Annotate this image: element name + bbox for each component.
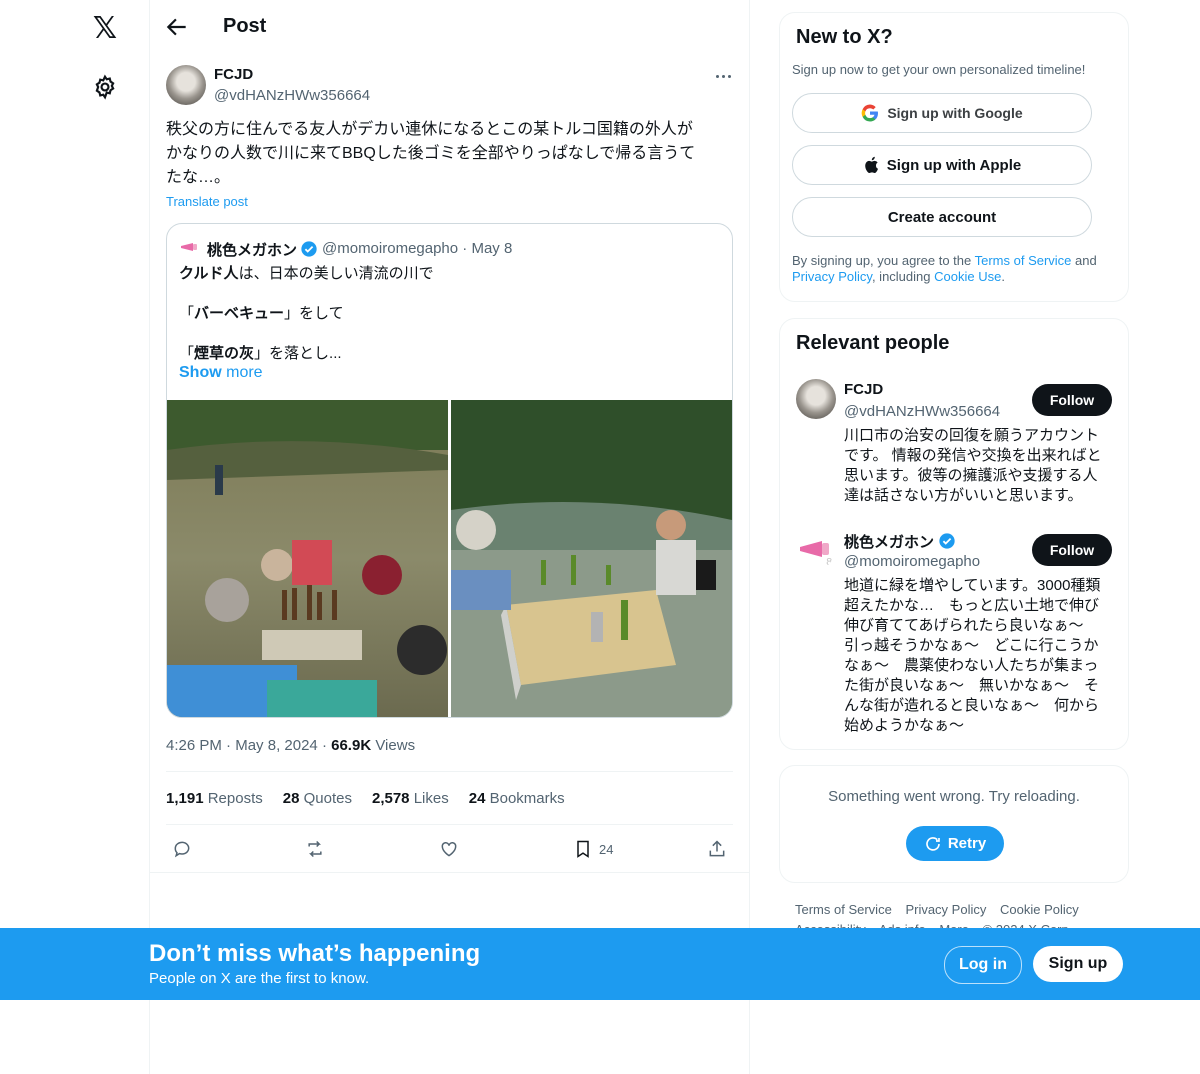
avatar[interactable] (796, 379, 836, 419)
quoted-meta: @momoiromegapho · May 8 (322, 240, 512, 257)
bookmarks-stat[interactable]: 24 Bookmarks (469, 790, 565, 807)
svg-text:8: 8 (826, 557, 832, 568)
repost-button[interactable] (305, 838, 325, 860)
signup-button[interactable]: Sign up (1033, 946, 1123, 982)
footer-link[interactable]: Privacy Policy (905, 902, 986, 917)
google-signup-button[interactable]: Sign up with Google (792, 93, 1092, 133)
card-title: New to X? (796, 26, 893, 48)
heart-icon (441, 841, 457, 857)
apple-icon (863, 156, 879, 174)
card-subtitle: Sign up now to get your own personalized… (792, 62, 1086, 77)
person-bio: 地道に緑を増やしています。3000種類超えたかな… もっと広い土地で伸び伸び育て… (844, 577, 1101, 734)
main-column: Post FCJD @vdHANzHWw356664 秩父の方に住んでる友人がデ… (149, 0, 750, 1074)
reply-icon (174, 841, 190, 858)
bookmark-icon (577, 840, 589, 858)
refresh-icon (926, 836, 940, 851)
bookmark-button[interactable]: 24 (573, 838, 613, 860)
login-button[interactable]: Log in (944, 946, 1022, 984)
page-title: Post (223, 15, 267, 37)
post-photo[interactable] (167, 400, 448, 717)
more-options-icon[interactable] (710, 66, 736, 86)
divider (150, 872, 749, 873)
author-name[interactable]: FCJD (214, 66, 253, 83)
privacy-link[interactable]: Privacy Policy (792, 269, 872, 284)
quoted-author-name: 桃色メガホン (207, 242, 298, 259)
meta-dot: · (462, 240, 468, 257)
views-label: Views (375, 737, 416, 754)
apple-signup-button[interactable]: Sign up with Apple (792, 145, 1092, 185)
reposts-stat[interactable]: 1,191 Reposts (166, 790, 263, 807)
post-text: 秩父の方に住んでる友人がデカい連休になるとこの某トルコ国籍の外人が かなりの人数… (166, 121, 696, 186)
follow-button[interactable]: Follow (1032, 534, 1112, 566)
left-nav: 𝕏 (0, 0, 150, 1074)
create-account-button[interactable]: Create account (792, 197, 1092, 237)
divider (166, 824, 733, 825)
signup-legal-text: By signing up, you agree to the Terms of… (792, 253, 1097, 284)
person-bio: 川口市の治安の回復を願うアカウントです。 情報の発信や交換を出来ればと思います。… (844, 427, 1102, 504)
back-arrow-icon[interactable] (164, 14, 190, 40)
post-timestamp[interactable]: 4:26 PM · May 8, 2024 · 66.9K Views (166, 737, 415, 754)
cookie-link[interactable]: Cookie Use (934, 269, 1001, 284)
follow-button[interactable]: Follow (1032, 384, 1112, 416)
retry-button[interactable]: Retry (906, 826, 1004, 861)
verified-badge-icon (939, 533, 955, 549)
author-handle[interactable]: @vdHANzHWw356664 (214, 87, 370, 104)
post-photo[interactable] (451, 400, 732, 717)
google-icon (861, 104, 879, 122)
views-count: 66.9K (331, 737, 372, 754)
banner-subtitle: People on X are the first to know. (149, 970, 370, 987)
trends-error-card: Something went wrong. Try reloading. Ret… (779, 765, 1129, 883)
megaphone-avatar-icon[interactable]: 8 (796, 529, 836, 569)
post-header: Post (150, 0, 749, 54)
gear-icon[interactable] (92, 74, 118, 100)
share-icon (709, 840, 725, 857)
error-message: Something went wrong. Try reloading. (828, 788, 1080, 805)
post-actions: 24 (166, 836, 736, 862)
reply-button[interactable] (172, 838, 192, 860)
x-logo-icon[interactable]: 𝕏 (88, 11, 122, 46)
person-name[interactable]: 桃色メガホン (844, 531, 956, 552)
verified-badge-icon (301, 241, 317, 257)
signup-banner: Don’t miss what’s happening People on X … (0, 928, 1200, 1000)
person-handle[interactable]: @momoiromegapho (844, 553, 980, 570)
person-name[interactable]: FCJD (844, 381, 883, 398)
quoted-text: クルド人は、日本の美しい清流の川で 「バーベキュー」をして 「煙草の灰」を落とし… (179, 265, 434, 362)
relevant-people-card: Relevant people FCJD @vdHANzHWw356664 Fo… (779, 318, 1129, 750)
likes-stat[interactable]: 2,578 Likes (372, 790, 449, 807)
new-to-x-card: New to X? Sign up now to get your own pe… (779, 12, 1129, 302)
footer-link[interactable]: Terms of Service (795, 902, 892, 917)
show-more-link[interactable]: Show more (179, 364, 263, 382)
quoted-post[interactable]: 桃色メガホン @momoiromegapho · May 8 クルド人は、日本の… (166, 223, 733, 718)
quoted-date: May 8 (471, 240, 513, 257)
banner-title: Don’t miss what’s happening (149, 940, 481, 967)
person-handle[interactable]: @vdHANzHWw356664 (844, 403, 1000, 420)
divider (166, 771, 733, 772)
quoted-handle: @momoiromegapho (322, 240, 459, 257)
translate-post-link[interactable]: Translate post (166, 194, 248, 209)
footer-link[interactable]: Cookie Policy (1000, 902, 1079, 917)
megaphone-avatar-icon (181, 243, 197, 251)
avatar[interactable] (166, 65, 206, 105)
like-button[interactable] (439, 838, 459, 860)
repost-icon (308, 840, 322, 858)
post-stats: 1,191 Reposts 28 Quotes 2,578 Likes 24 B… (166, 790, 565, 807)
card-title: Relevant people (796, 332, 950, 354)
bookmark-count: 24 (599, 841, 614, 857)
share-button[interactable] (707, 838, 727, 860)
terms-link[interactable]: Terms of Service (975, 253, 1072, 268)
quotes-stat[interactable]: 28 Quotes (283, 790, 352, 807)
